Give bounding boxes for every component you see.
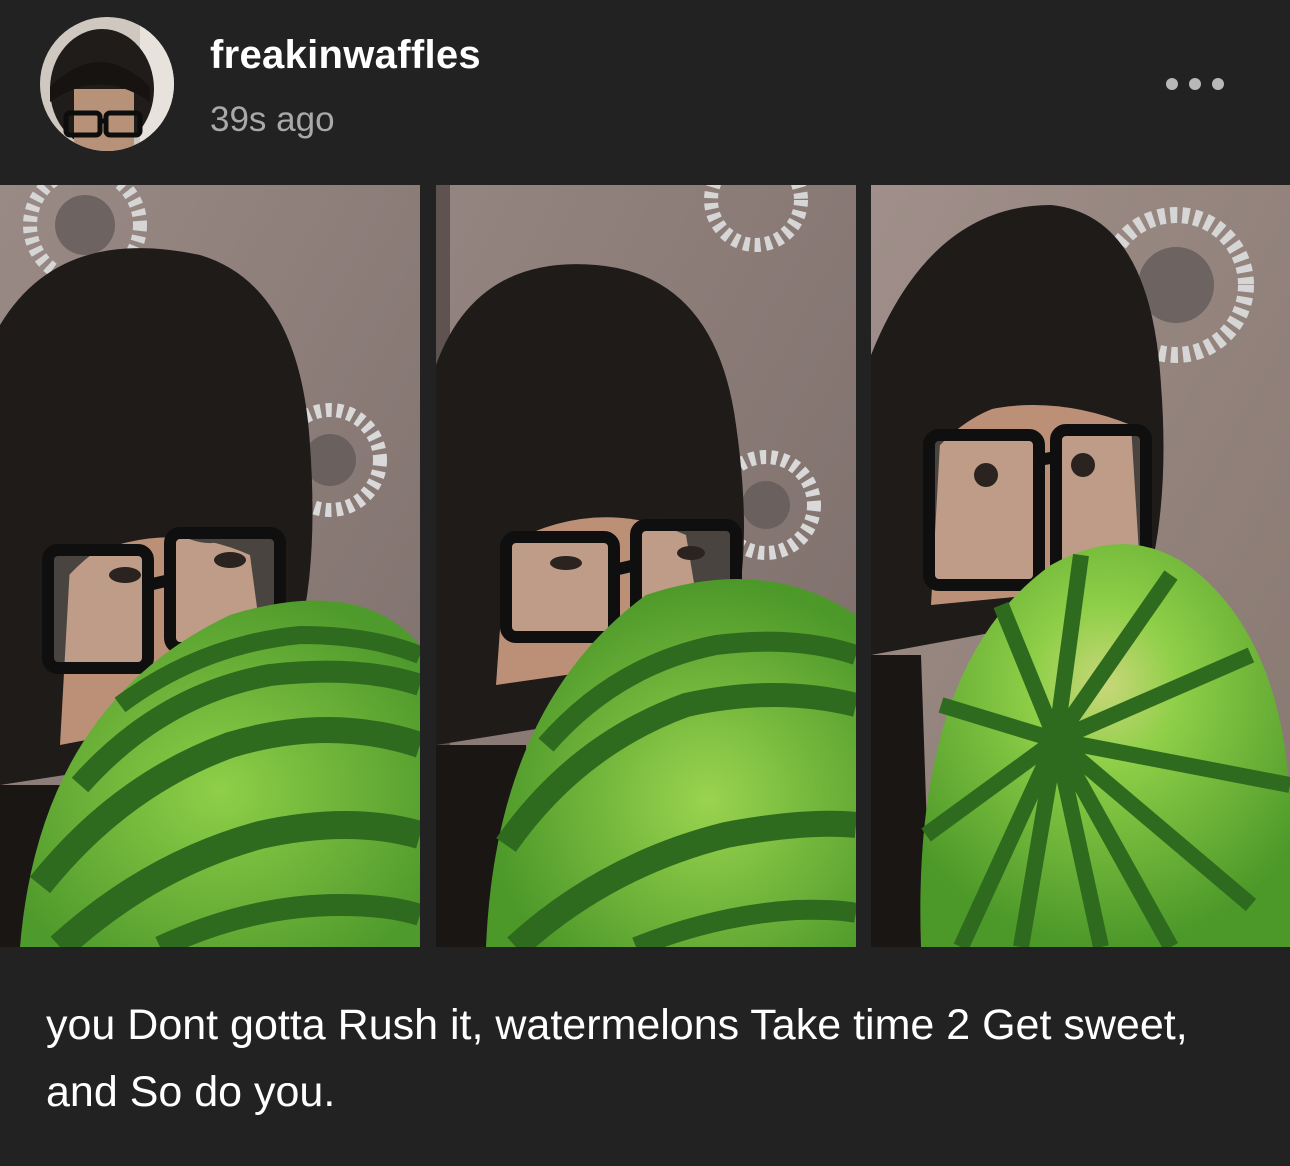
more-dots-icon [1189, 78, 1201, 90]
photo-2[interactable] [436, 185, 856, 947]
author-username[interactable]: freakinwaffles [210, 33, 481, 78]
more-dots-icon [1166, 78, 1178, 90]
post-caption: you Dont gotta Rush it, watermelons Take… [46, 1001, 1188, 1116]
photo-3[interactable] [871, 185, 1290, 947]
post-timestamp: 39s ago [210, 100, 335, 139]
watermelon-selfie-image [871, 185, 1290, 947]
watermelon-selfie-image [0, 185, 420, 947]
photo-1[interactable] [0, 185, 420, 947]
post-card: freakinwaffles 39s ago you Dont gotta Ru… [0, 0, 1290, 1166]
photo-gallery [0, 185, 1290, 947]
more-options-button[interactable] [1160, 66, 1230, 102]
avatar[interactable] [40, 17, 174, 151]
watermelon-selfie-image [436, 185, 856, 947]
post-header: freakinwaffles 39s ago [0, 0, 1290, 185]
more-dots-icon [1212, 78, 1224, 90]
avatar-image [40, 17, 174, 151]
